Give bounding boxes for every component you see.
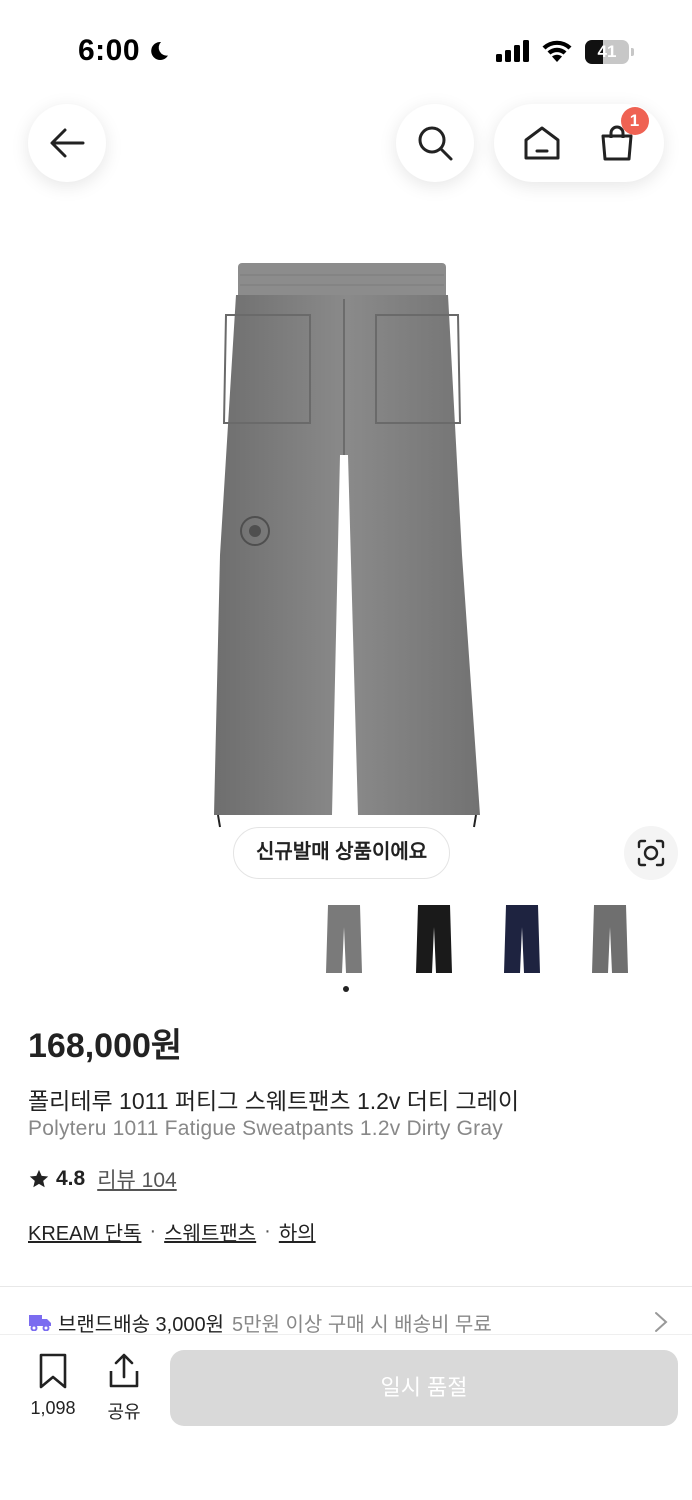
image-search-button[interactable]: [624, 826, 678, 880]
rating-score: 4.8: [56, 1167, 86, 1190]
wifi-icon: [542, 40, 572, 62]
tag-sweatpants[interactable]: 스웨트팬츠: [164, 1217, 256, 1246]
reviews-link[interactable]: 리뷰 104: [97, 1164, 177, 1194]
truck-icon: [29, 1315, 51, 1331]
cart-count-badge: 1: [620, 107, 649, 135]
tag-bottoms[interactable]: 하의: [279, 1217, 316, 1246]
chevron-right-icon: [655, 1312, 668, 1332]
thumbnail-gray[interactable]: [300, 895, 388, 983]
bookmark-icon: [39, 1353, 67, 1389]
sold-out-button[interactable]: 일시 품절: [170, 1350, 678, 1426]
shipping-fee: 브랜드배송 3,000원: [58, 1313, 225, 1336]
share-icon: [109, 1353, 139, 1388]
product-price: 168,000원: [28, 1027, 183, 1065]
tag-kream-exclusive[interactable]: KREAM 단독: [28, 1217, 141, 1246]
search-icon: [418, 126, 453, 161]
bottom-action-bar: 1,098 공유 일시 품절: [0, 1334, 692, 1500]
thumbnail-navy[interactable]: [478, 895, 566, 983]
rating-row: 4.8 리뷰 104: [28, 1164, 177, 1194]
arrow-left-icon: [50, 128, 85, 158]
battery-level: 41: [597, 42, 617, 61]
category-tags: KREAM 단독 · 스웨트팬츠 · 하의: [28, 1217, 316, 1246]
bookmark-count: 1,098: [30, 1398, 76, 1418]
tag-separator: ·: [264, 1220, 271, 1242]
pants-thumbnail-icon: [326, 905, 362, 973]
thumbnail-strip: [300, 895, 692, 985]
free-shipping-note: 5만원 이상 구매 시 배송비 무료: [232, 1313, 492, 1336]
moon-icon: [151, 41, 169, 60]
status-time-text: 6:00: [78, 34, 141, 67]
cellular-signal-icon: [496, 40, 529, 62]
star-icon: [29, 1169, 49, 1188]
pants-thumbnail-icon: [504, 905, 540, 973]
home-cart-group: 1: [494, 104, 664, 182]
thumbnail-dark-gray[interactable]: [566, 895, 654, 983]
bookmark-button[interactable]: 1,098: [22, 1353, 84, 1419]
status-time: 6:00: [78, 34, 170, 68]
home-icon: [524, 126, 559, 160]
battery-indicator: 41: [585, 40, 634, 64]
home-button[interactable]: [520, 121, 564, 165]
thumbnail-black[interactable]: [390, 895, 478, 983]
pants-thumbnail-icon: [416, 905, 452, 973]
section-divider: [0, 1286, 692, 1287]
status-bar: 6:00 41: [0, 0, 692, 100]
camera-lens-icon: [637, 839, 665, 867]
shipping-info-row[interactable]: 브랜드배송 3,000원 5만원 이상 구매 시 배송비 무료: [28, 1307, 668, 1337]
product-image[interactable]: [200, 255, 496, 845]
product-title-korean: 폴리테루 1011 퍼티그 스웨트팬츠 1.2v 더티 그레이: [28, 1088, 519, 1114]
carousel-indicator-dot: [343, 986, 349, 992]
share-label: 공유: [107, 1402, 141, 1422]
tag-separator: ·: [149, 1220, 157, 1242]
back-button[interactable]: [28, 104, 106, 182]
product-title-english: Polyteru 1011 Fatigue Sweatpants 1.2v Di…: [28, 1117, 503, 1140]
new-release-chip: 신규발매 상품이에요: [233, 827, 451, 879]
share-button[interactable]: 공유: [100, 1353, 148, 1424]
cart-button[interactable]: 1: [595, 107, 649, 165]
pants-thumbnail-icon: [592, 905, 628, 973]
search-button[interactable]: [396, 104, 474, 182]
